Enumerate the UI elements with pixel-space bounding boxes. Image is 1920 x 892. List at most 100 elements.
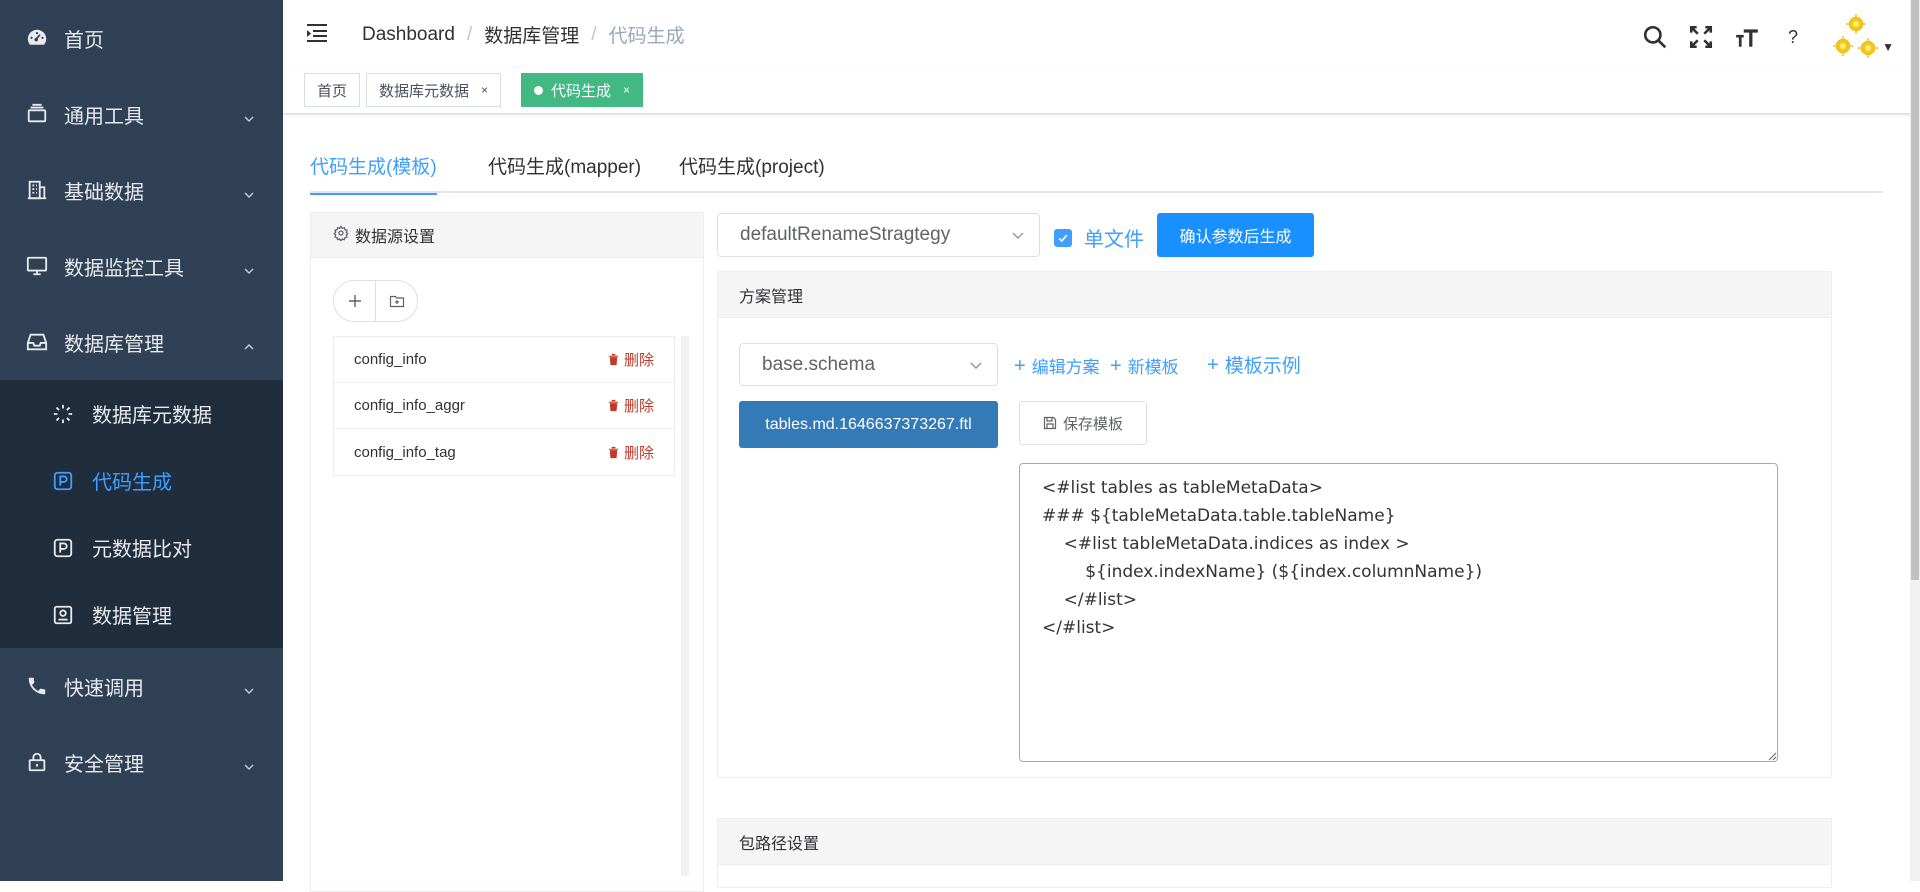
save-template-button[interactable]: 保存模板 [1019,401,1147,445]
navbar: Dashboard / 数据库管理 / 代码生成 ? ▼ [283,0,1920,68]
sidebar-item-database-manage[interactable]: 数据库管理 [0,304,283,380]
sidebar-item-label: 首页 [64,29,104,52]
data-manage-icon [52,604,74,626]
sidebar-item-data-manage[interactable]: 数据管理 [0,581,283,648]
lock-icon [26,751,48,773]
hamburger-icon[interactable] [305,22,329,44]
sidebar-item-label: 数据库元数据 [92,405,212,427]
delete-button[interactable]: 删除 [607,442,654,463]
chevron-down-icon [243,184,255,199]
sidebar-item-base-data[interactable]: 基础数据 [0,152,283,228]
sidebar: 首页 通用工具 基础数据 数据监控工具 数据库管理 数据库元数据 代码生成 元数… [0,0,283,881]
save-template-label: 保存模板 [1062,415,1123,433]
tag-home[interactable]: 首页 [304,73,361,107]
sidebar-item-metadata-compare[interactable]: 元数据比对 [0,514,283,581]
datasource-header: 数据源设置 [311,213,703,258]
chevron-down-icon [243,680,255,695]
submenu-database-manage: 数据库元数据 代码生成 元数据比对 数据管理 [0,380,283,648]
resize-grip-icon[interactable] [1765,748,1777,766]
sidebar-item-quick-call[interactable]: 快速调用 [0,648,283,724]
sidebar-item-common-tools[interactable]: 通用工具 [0,76,283,152]
chevron-down-icon [243,260,255,275]
sidebar-item-db-metadata[interactable]: 数据库元数据 [0,380,283,447]
chevron-up-icon [243,336,255,350]
caret-down-icon: ▼ [1882,40,1894,54]
datasource-scrollbar[interactable] [681,336,689,876]
breadcrumb-item-current: 代码生成 [608,26,685,47]
close-icon[interactable]: × [623,83,630,97]
toolbox-icon [26,103,48,125]
right-menu: ? ▼ [1632,12,1894,62]
datasource-name: config_info_aggr [354,397,465,414]
list-item[interactable]: config_info 删除 [334,337,674,383]
template-example-button[interactable]: + 模板示例 [1207,351,1301,378]
font-size-icon[interactable] [1724,15,1770,59]
help-icon[interactable]: ? [1770,15,1816,59]
plus-icon: + [1110,354,1122,377]
close-icon[interactable]: × [481,83,488,97]
sidebar-item-label: 安全管理 [64,753,144,776]
delete-button[interactable]: 删除 [607,395,654,416]
gear-icon [333,224,355,246]
new-template-button[interactable]: + 新模板 [1110,353,1179,378]
delete-label: 删除 [623,398,654,415]
tab-project[interactable]: 代码生成(project) [679,153,825,193]
sidebar-item-home[interactable]: 首页 [0,0,283,76]
list-item[interactable]: config_info_aggr 删除 [334,383,674,429]
search-icon[interactable] [1632,15,1678,59]
new-template-label: 新模板 [1127,358,1179,377]
sidebar-item-label: 数据库管理 [64,333,164,356]
datasource-panel: 数据源设置 config_info 删除 config_info_aggr 删除… [310,212,704,892]
trash-icon [608,446,619,458]
help-label: ? [1787,26,1798,47]
tab-template[interactable]: 代码生成(模板) [310,153,437,195]
datasource-title: 数据源设置 [355,229,436,246]
list-item[interactable]: config_info_tag 删除 [334,429,674,475]
fullscreen-icon[interactable] [1678,15,1724,59]
import-datasource-button[interactable] [375,280,418,322]
confirm-generate-button[interactable]: 确认参数后生成 [1157,213,1314,257]
chevron-down-icon [970,362,982,369]
tab-mapper[interactable]: 代码生成(mapper) [488,153,641,193]
tags-view: 首页 数据库元数据 × 代码生成 × [283,68,1920,114]
scrollbar-thumb[interactable] [1911,0,1919,580]
datasource-button-group [333,280,418,322]
parking-icon [52,537,74,559]
datasource-name: config_info_tag [354,443,456,461]
save-icon [1043,416,1057,430]
tag-label: 代码生成 [551,82,612,100]
plus-icon: + [1207,353,1219,376]
rename-strategy-select[interactable]: defaultRenameStragtegy [717,213,1040,257]
sidebar-item-label: 数据监控工具 [64,257,184,280]
delete-label: 删除 [623,352,654,369]
chevron-down-icon [1012,232,1024,239]
breadcrumb: Dashboard / 数据库管理 / 代码生成 [362,21,685,48]
page-scrollbar[interactable] [1910,0,1920,881]
building-icon [26,179,48,201]
sidebar-item-label: 基础数据 [64,181,144,204]
scheme-select[interactable]: base.schema [739,343,998,386]
main-content: 代码生成(模板) 代码生成(mapper) 代码生成(project) 数据源设… [283,115,1910,892]
folder-add-icon [389,295,404,308]
avatar[interactable]: ▼ [1828,12,1894,62]
sidebar-item-monitor-tools[interactable]: 数据监控工具 [0,228,283,304]
phone-icon [26,675,48,697]
datasource-name: config_info [354,351,427,368]
dashboard-icon [26,27,48,49]
delete-button[interactable]: 删除 [607,349,654,370]
template-file-button[interactable]: tables.md.1646637373267.ftl [739,401,998,448]
tag-db-metadata[interactable]: 数据库元数据 × [366,73,502,107]
delete-label: 删除 [623,444,654,462]
check-icon [1054,228,1072,247]
breadcrumb-item[interactable]: 数据库管理 [484,21,579,48]
add-datasource-button[interactable] [333,280,376,322]
breadcrumb-item[interactable]: Dashboard [362,24,455,46]
sidebar-item-code-gen[interactable]: 代码生成 [0,447,283,514]
template-code-editor[interactable]: <#list tables as tableMetaData> ### ${ta… [1019,463,1778,762]
tag-code-gen[interactable]: 代码生成 × [521,73,644,107]
single-file-checkbox[interactable]: 单文件 [1054,223,1144,252]
package-header: 包路径设置 [718,819,1831,865]
trash-icon [608,353,619,366]
sidebar-item-security[interactable]: 安全管理 [0,724,283,800]
edit-scheme-button[interactable]: + 编辑方案 [1014,353,1100,378]
